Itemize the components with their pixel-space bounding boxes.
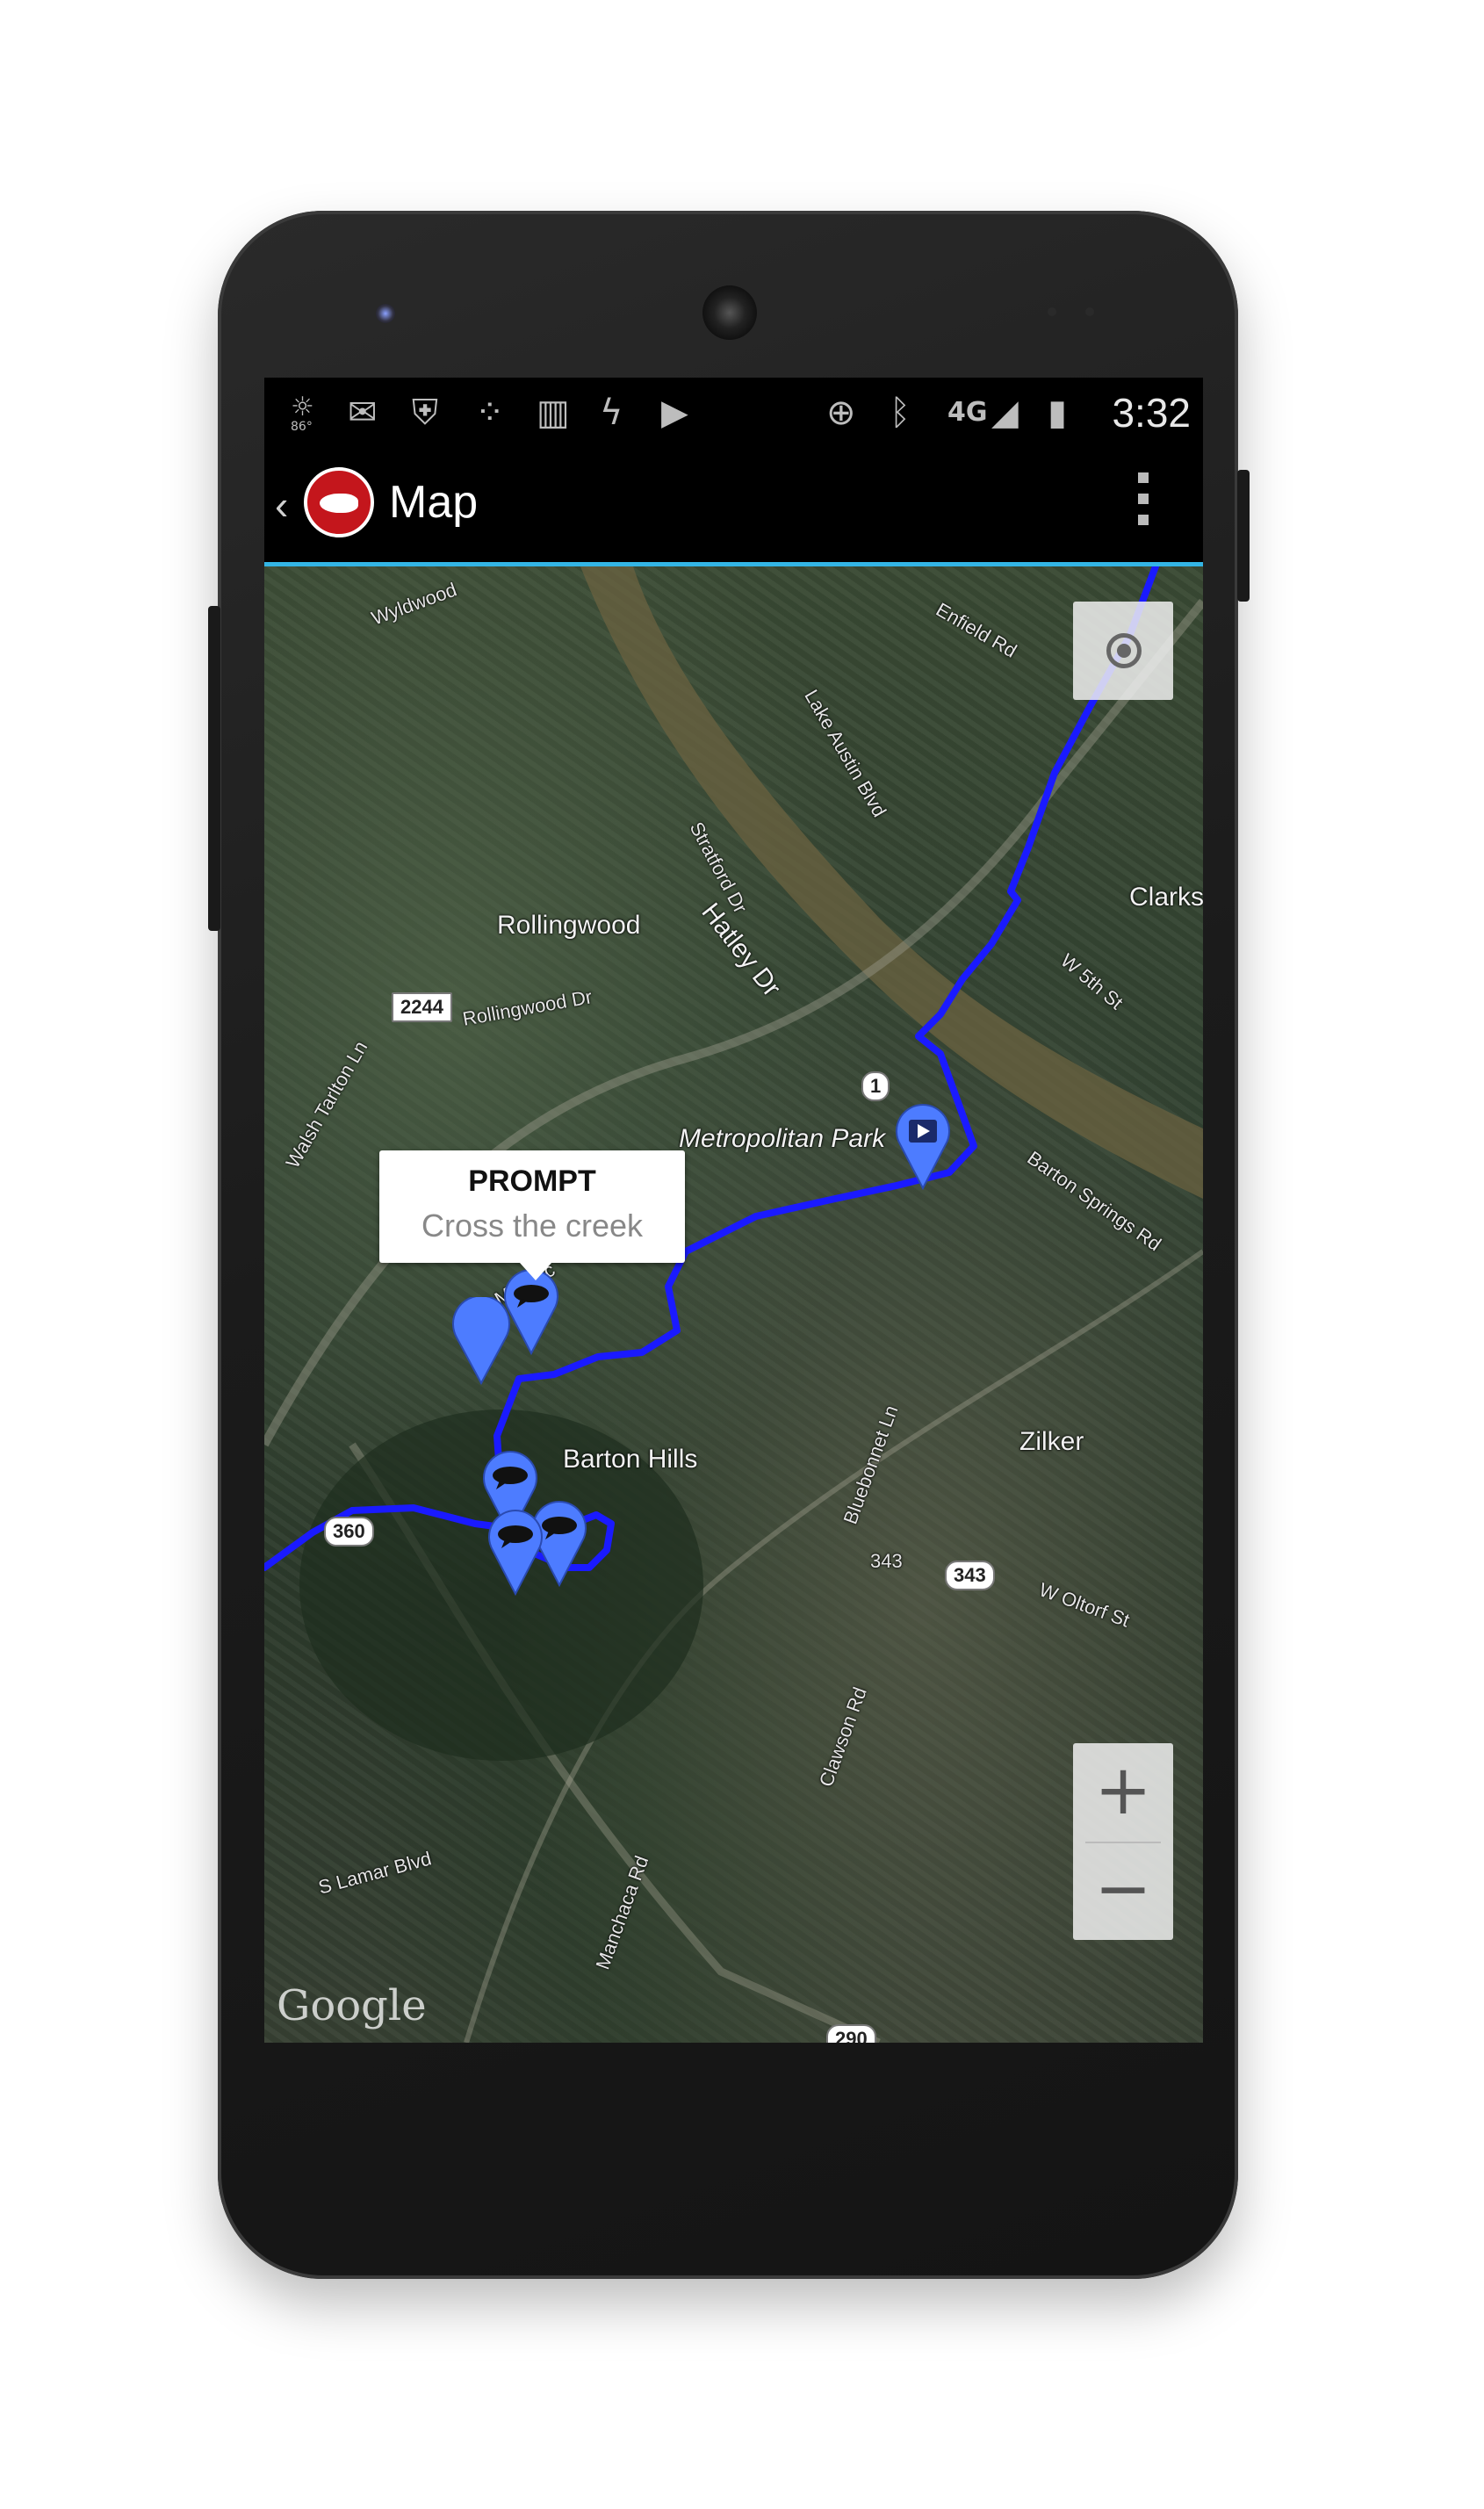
comment-pin-icon[interactable] (500, 1267, 563, 1355)
volume-button (208, 606, 220, 931)
earpiece-speaker (702, 285, 757, 340)
road-shield-1: 1 (861, 1071, 890, 1101)
road-shield-2244: 2244 (392, 992, 452, 1022)
zoom-out-button[interactable]: − (1073, 1842, 1173, 1940)
action-bar: ‹ Map (264, 448, 1203, 562)
back-caret-icon[interactable]: ‹ (275, 481, 288, 529)
map-label-clarksville: Clarks (1129, 883, 1203, 912)
signal-icon: ◢ (991, 393, 1019, 433)
page-title: Map (389, 477, 479, 528)
map-label-rollingwood: Rollingwood (497, 911, 641, 940)
front-camera (376, 304, 395, 323)
comment-pin-icon[interactable] (484, 1508, 547, 1596)
app-logo-icon[interactable] (304, 467, 374, 537)
map-overlay (264, 566, 1203, 2043)
battery-icon: ▮ (1048, 393, 1068, 433)
light-sensor (1085, 307, 1094, 316)
zoom-in-button[interactable]: + (1073, 1743, 1173, 1842)
map-label-barton-hills: Barton Hills (563, 1445, 698, 1474)
map-label-zilker: Zilker (1019, 1427, 1084, 1456)
my-location-button[interactable] (1073, 602, 1173, 700)
barcode-icon: ▥ (537, 393, 570, 433)
road-shield-290: 290 (826, 2024, 876, 2043)
weather-temp: 86° (291, 420, 313, 434)
gmail-icon: ✉ (348, 393, 378, 433)
info-window-subtitle: Cross the creek (421, 1208, 644, 1244)
proximity-sensor (1048, 307, 1056, 316)
map-label-343: 343 (870, 1550, 903, 1572)
power-button (1237, 470, 1250, 602)
info-window-title: PROMPT (468, 1164, 596, 1198)
road-shield-343: 343 (945, 1561, 995, 1590)
status-clock: 3:32 (1112, 390, 1191, 436)
video-pin-icon[interactable] (891, 1102, 955, 1190)
gps-icon: ⊕ (826, 393, 856, 433)
road-shield-360: 360 (324, 1517, 374, 1546)
google-attribution[interactable]: Google (277, 1981, 427, 2030)
overflow-menu-icon[interactable] (1138, 472, 1150, 536)
zoom-controls: + − (1073, 1743, 1173, 1940)
bluetooth-icon: ᛒ (890, 393, 911, 433)
play-store-icon: ▶ (661, 393, 688, 433)
status-bar: ☼ 86° ✉ ⛨ ⁘ ▥ ϟ ▶ ⊕ ᛒ 4G ◢ ▮ 3:32 (264, 378, 1203, 448)
map-label-metropolitan-park: Metropolitan Park (679, 1124, 886, 1153)
network-label: 4G (947, 397, 988, 428)
prompt-info-window[interactable]: PROMPT Cross the creek (379, 1150, 685, 1280)
charging-icon: ϟ (600, 393, 623, 433)
crosshair-dot (1117, 644, 1131, 658)
dots-icon: ⁘ (475, 393, 505, 433)
phone-screen: ☼ 86° ✉ ⛨ ⁘ ▥ ϟ ▶ ⊕ ᛒ 4G ◢ ▮ 3:32 ‹ Map (264, 378, 1203, 2043)
shield-icon: ⛨ (412, 393, 438, 433)
map-view[interactable]: Wyldwood Enfield Rd Lake Austin Blvd Str… (264, 566, 1203, 2043)
highway-mopac (264, 598, 1203, 1447)
